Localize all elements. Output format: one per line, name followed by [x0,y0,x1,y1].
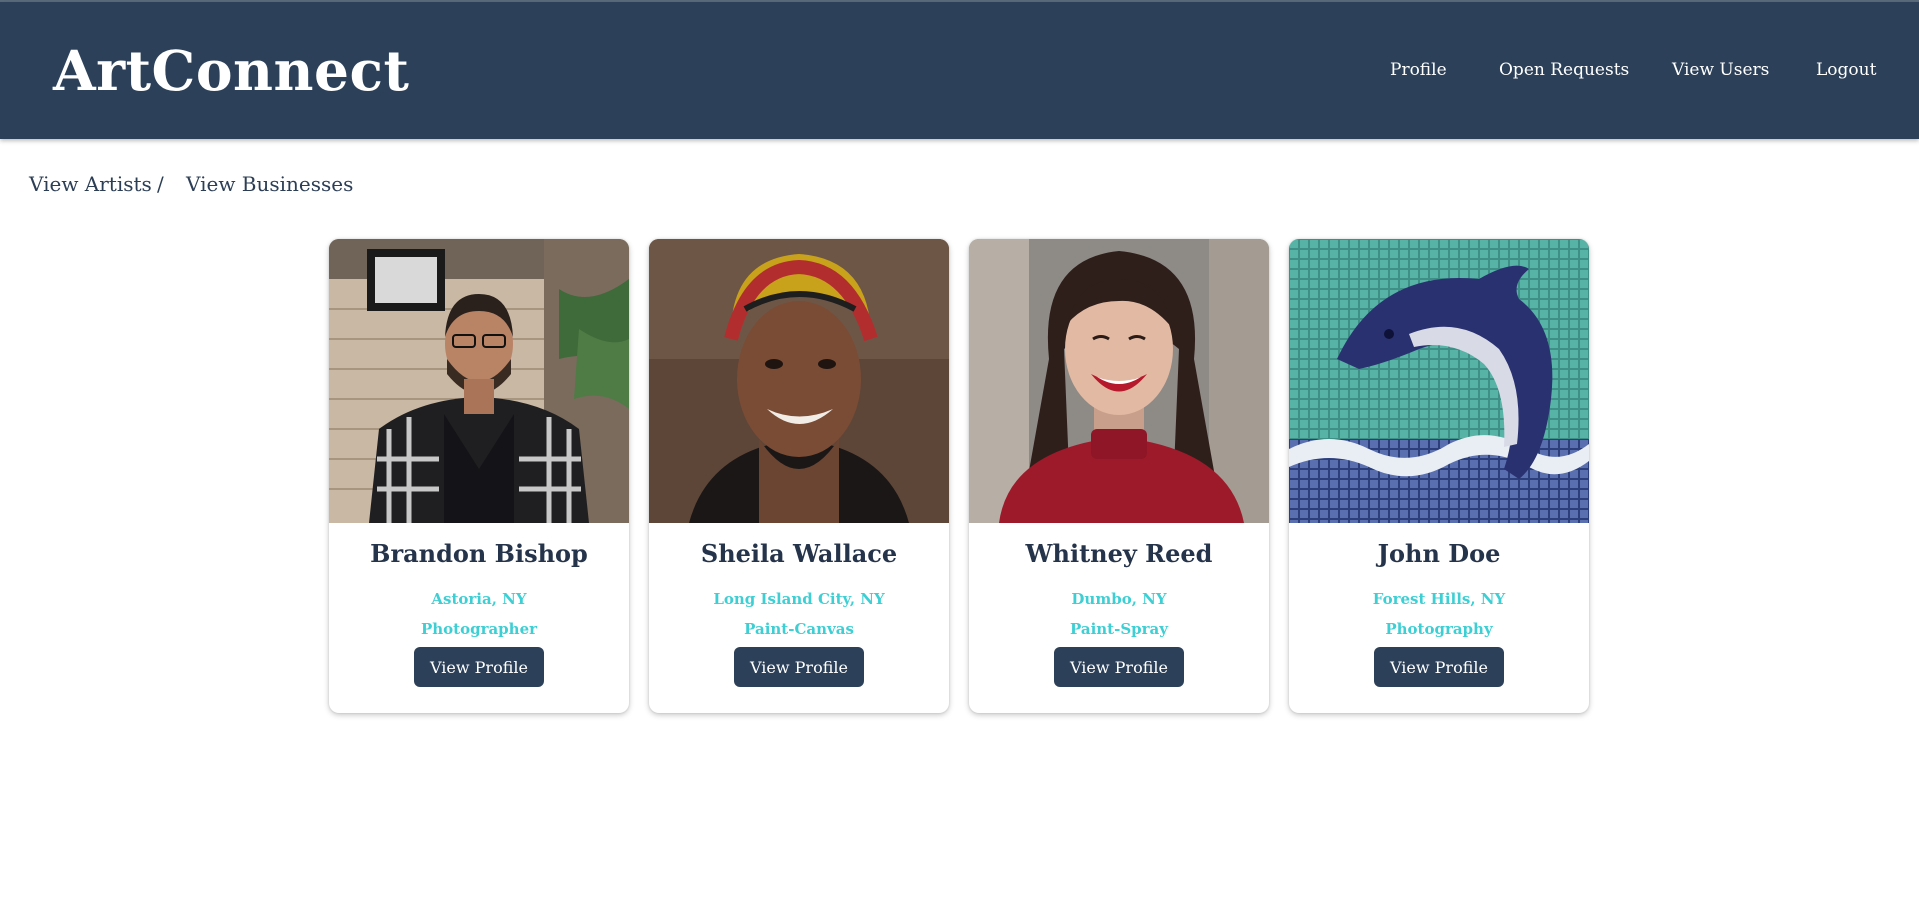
artist-card: John Doe Forest Hills, NY Photography Vi… [1289,239,1589,713]
nav-logout[interactable]: Logout [1816,60,1876,80]
artist-role: Paint-Canvas [744,620,854,638]
artist-photo [649,239,949,523]
portrait-image-icon [969,239,1269,523]
artist-photo [969,239,1269,523]
brand-logo[interactable]: ArtConnect [53,38,409,103]
artist-name: Whitney Reed [1025,539,1213,568]
view-profile-button[interactable]: View Profile [1054,647,1184,687]
artist-location: Astoria, NY [431,590,527,608]
artist-card: Whitney Reed Dumbo, NY Paint-Spray View … [969,239,1269,713]
artist-location: Long Island City, NY [713,590,885,608]
artist-photo [1289,239,1589,523]
artist-location: Dumbo, NY [1071,590,1167,608]
nav-profile[interactable]: Profile [1390,60,1447,80]
artist-location: Forest Hills, NY [1372,590,1506,608]
mosaic-image-icon [1289,239,1589,523]
view-profile-button[interactable]: View Profile [1374,647,1504,687]
artist-role: Photographer [420,620,538,638]
portrait-image-icon [329,239,629,523]
view-profile-button[interactable]: View Profile [734,647,864,687]
breadcrumb-view-artists[interactable]: View Artists [29,172,152,196]
portrait-image-icon [649,239,949,523]
breadcrumb-separator: / [157,172,164,196]
breadcrumb-view-businesses[interactable]: View Businesses [186,172,353,196]
artist-role: Paint-Spray [1069,620,1168,638]
nav-open-requests[interactable]: Open Requests [1499,60,1629,80]
artist-photo [329,239,629,523]
navbar: ArtConnect Profile Open Requests View Us… [0,2,1919,139]
artist-card: Sheila Wallace Long Island City, NY Pain… [649,239,949,713]
artist-name: Sheila Wallace [700,539,898,568]
artist-card: Brandon Bishop Astoria, NY Photographer … [329,239,629,713]
artist-name: John Doe [1377,539,1501,568]
nav-view-users[interactable]: View Users [1672,60,1769,80]
artist-role: Photography [1385,620,1493,638]
artist-name: Brandon Bishop [370,539,588,568]
view-profile-button[interactable]: View Profile [414,647,544,687]
